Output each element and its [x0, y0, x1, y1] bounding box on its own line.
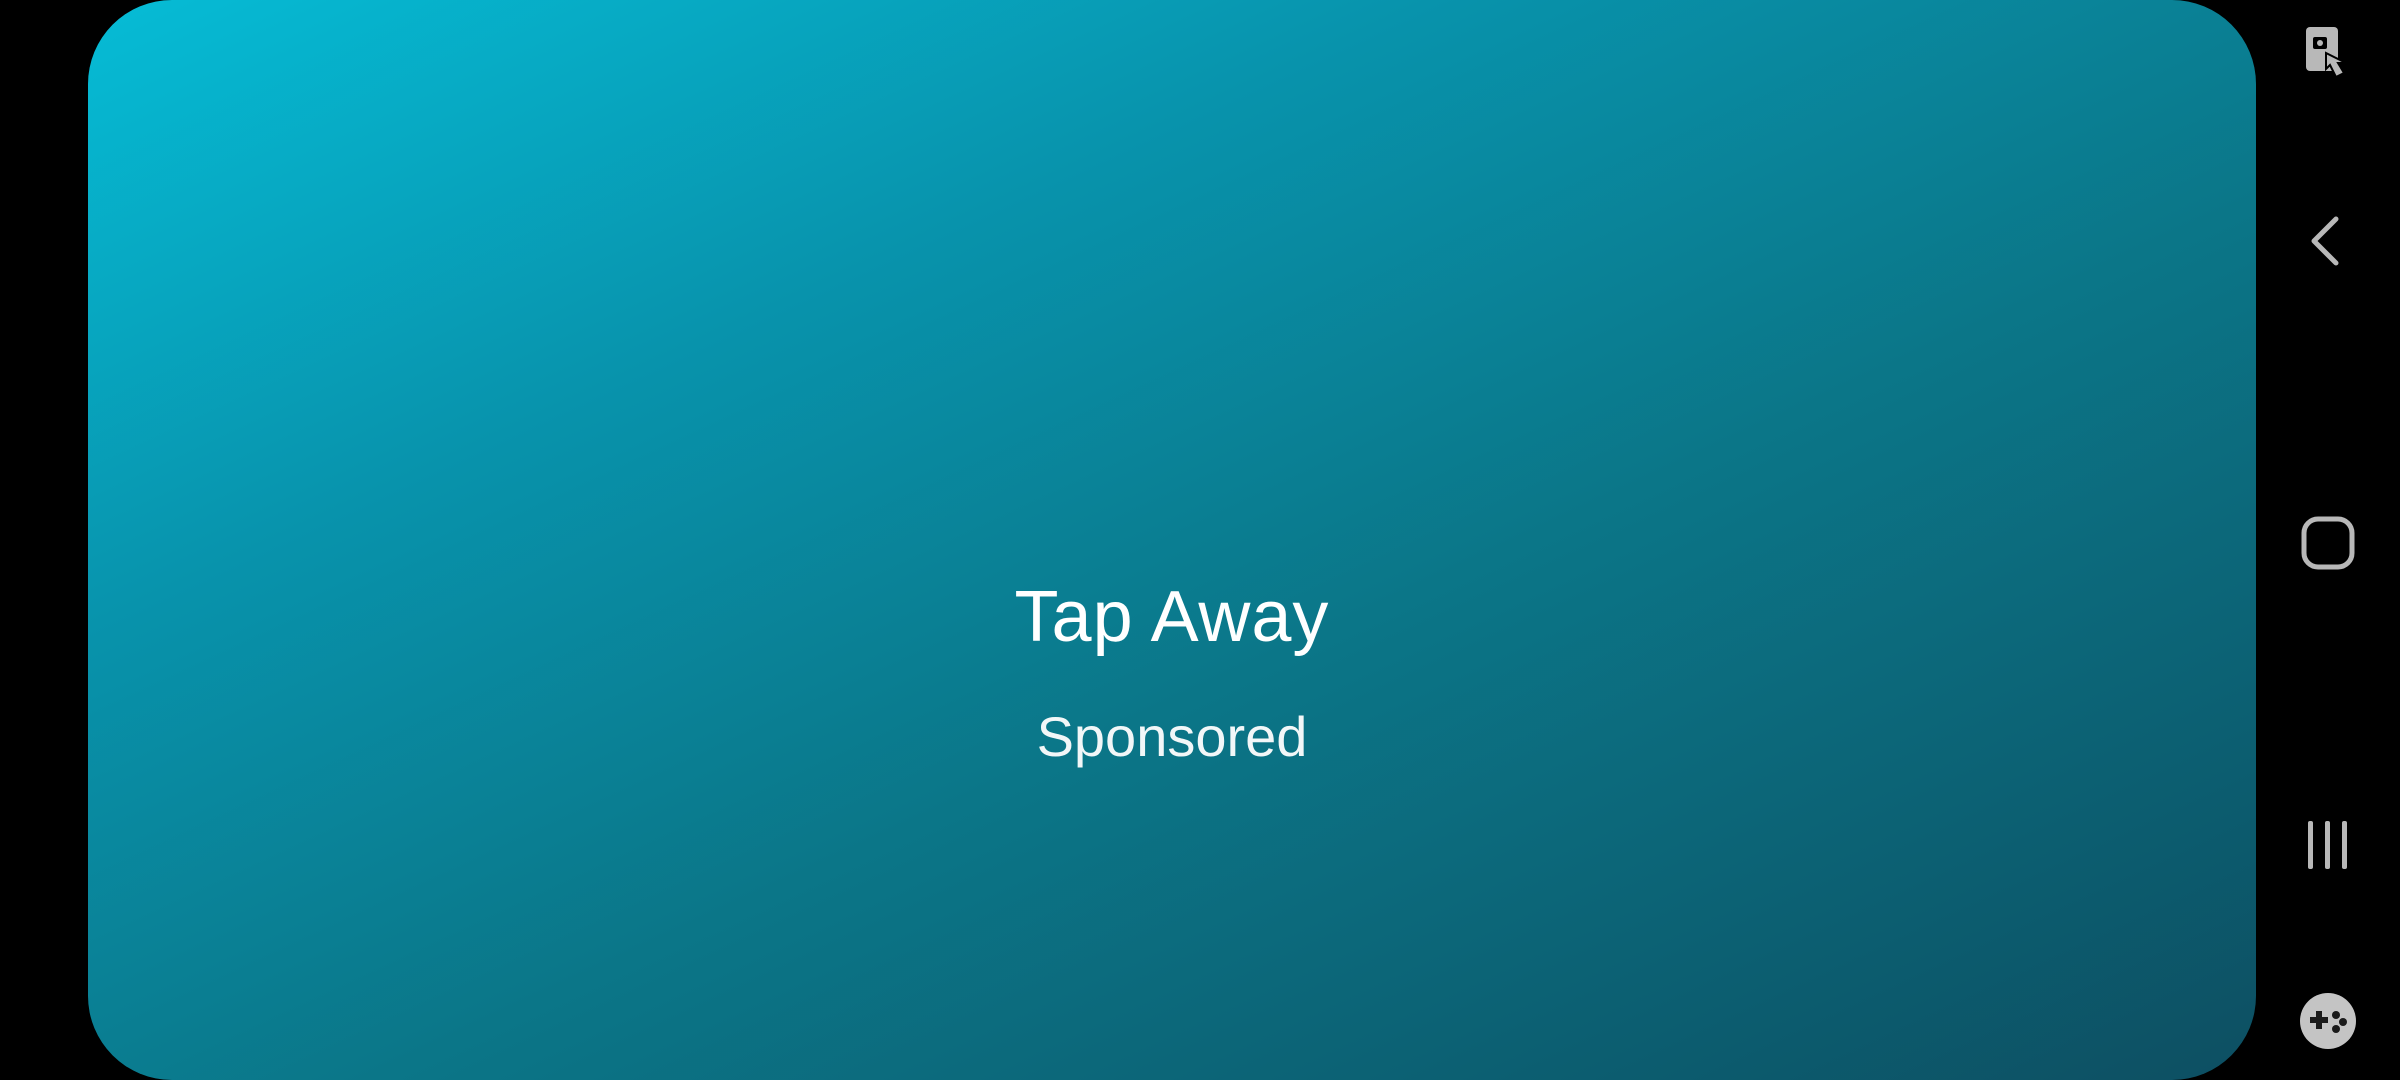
ad-title: Tap Away	[1014, 577, 1330, 657]
navigation-bar	[2256, 0, 2400, 1080]
sponsored-label: Sponsored	[1036, 705, 1308, 768]
game-tools-button[interactable]	[2256, 966, 2400, 1076]
home-icon	[2296, 511, 2360, 575]
ad-text-block: Tap Away Sponsored	[88, 572, 2256, 772]
screen-pin-button[interactable]	[2256, 0, 2400, 110]
sponsored-ad-card[interactable]: Tap Away Sponsored	[88, 0, 2256, 1080]
back-button[interactable]	[2256, 186, 2400, 296]
game-controller-icon	[2296, 989, 2360, 1053]
home-button[interactable]	[2256, 488, 2400, 598]
phone-screen: Tap Away Sponsored	[0, 0, 2400, 1080]
recents-icon	[2296, 813, 2360, 877]
recents-button[interactable]	[2256, 790, 2400, 900]
screen-pin-touch-icon	[2296, 23, 2360, 87]
back-chevron-icon	[2296, 209, 2360, 273]
